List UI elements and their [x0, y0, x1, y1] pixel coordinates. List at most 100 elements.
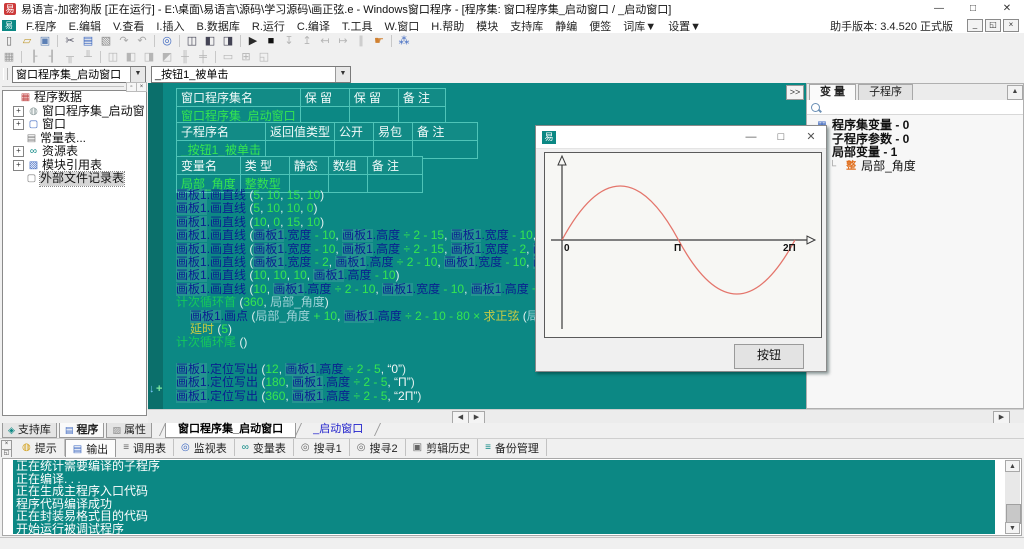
tree-item-常量表...[interactable]: ▤常量表... — [9, 132, 146, 146]
tree-root[interactable]: ▦程序数据 — [3, 91, 146, 105]
tab-子程序[interactable]: 子程序 — [858, 84, 913, 100]
minimize-icon[interactable]: — — [922, 0, 956, 18]
new-file-icon[interactable]: ▯ — [1, 34, 17, 48]
center-v-icon[interactable]: ◧ — [123, 50, 139, 64]
run-to-cursor-icon[interactable]: ↦ — [335, 34, 351, 48]
tab-变 量[interactable]: 变 量 — [809, 84, 856, 100]
output-tab-调用表[interactable]: ≡调用表 — [116, 439, 174, 456]
size-width-icon[interactable]: ▭ — [220, 50, 236, 64]
stop-icon[interactable]: ■ — [263, 34, 279, 48]
output-tab-备份管理[interactable]: ≡备份管理 — [478, 439, 547, 456]
variable-tree-item[interactable]: ▥子程序参数 - 0 — [807, 133, 1023, 147]
output-tab-监视表[interactable]: ◎监视表 — [174, 439, 235, 456]
step-out-icon[interactable]: ↥ — [299, 34, 315, 48]
expand-icon[interactable]: + — [13, 106, 24, 117]
align-left-icon[interactable]: ┠ — [26, 50, 42, 64]
space-v-icon[interactable]: ╪ — [195, 50, 211, 64]
align-top-icon[interactable]: ╥ — [62, 50, 78, 64]
menu-词库▼[interactable]: 词库▼ — [617, 18, 662, 34]
document-tab-窗口程序集_启动窗口[interactable]: 窗口程序集_启动窗口 — [165, 423, 296, 438]
output-tab-剪辑历史[interactable]: ▣剪辑历史 — [406, 439, 478, 456]
step-into-icon[interactable]: ↧ — [281, 34, 297, 48]
output-vscrollbar[interactable]: ▲ ▼ — [1005, 460, 1020, 534]
program-data-tree[interactable]: ▦程序数据+◍窗口程序集_启动窗口+▢窗口▤常量表...+∞资源表+▧模块引用表… — [2, 90, 147, 416]
scroll-down-icon[interactable]: ▼ — [1005, 522, 1020, 534]
menu-R.运行[interactable]: R.运行 — [246, 18, 291, 34]
open-file-icon[interactable]: ▱ — [19, 34, 35, 48]
popup-minimize-icon[interactable]: — — [736, 126, 766, 148]
menu-便签[interactable]: 便签 — [583, 18, 617, 34]
size-grid-icon[interactable]: ⊞ — [238, 50, 254, 64]
scroll-up-icon[interactable]: ▲ — [1007, 85, 1023, 100]
variables-tree[interactable]: ▦程序集变量 - 0▥子程序参数 - 0▣局部变量 - 1└整局部_角度 — [807, 115, 1023, 173]
variable-tree-item[interactable]: └整局部_角度 — [807, 160, 1023, 174]
variable-tree-item[interactable]: ▣局部变量 - 1 — [807, 146, 1023, 160]
scroll-up-icon[interactable]: ▲ — [1005, 460, 1020, 472]
menu-T.工具[interactable]: T.工具 — [336, 18, 379, 34]
document-tab-_启动窗口[interactable]: _启动窗口 — [301, 423, 375, 437]
running-program-window[interactable]: 易 —□✕ 0Π2Π 按钮 — [535, 125, 827, 372]
scrollbar-thumb[interactable] — [1006, 504, 1021, 524]
cut-icon[interactable]: ✂ — [62, 34, 78, 48]
same-height-icon[interactable]: ◩ — [159, 50, 175, 64]
layout-code-icon[interactable]: ◫ — [184, 34, 200, 48]
menu-设置▼[interactable]: 设置▼ — [662, 18, 707, 34]
output-tab-输出[interactable]: ▤输出 — [65, 439, 116, 458]
tree-item-资源表[interactable]: +∞资源表 — [9, 145, 146, 159]
output-tab-变量表[interactable]: ∞变量表 — [235, 439, 294, 456]
chevron-down-icon[interactable]: ▼ — [335, 67, 350, 82]
maximize-icon[interactable]: □ — [956, 0, 990, 18]
size-both-icon[interactable]: ◱ — [256, 50, 272, 64]
layout-full-icon[interactable]: ◨ — [220, 34, 236, 48]
tab-程序[interactable]: ▤程序 — [59, 423, 105, 438]
popup-close-icon[interactable]: ✕ — [796, 126, 826, 148]
editor-hscrollbar[interactable]: ◀ ▶ ▶ — [148, 409, 1024, 424]
expand-icon[interactable]: + — [13, 160, 24, 171]
tree-item-外部文件记录表[interactable]: ▢外部文件记录表 — [9, 172, 146, 186]
draw-button[interactable]: 按钮 — [734, 344, 804, 369]
align-right-icon[interactable]: ┨ — [44, 50, 60, 64]
undo-icon[interactable]: ↶ — [134, 34, 150, 48]
space-h-icon[interactable]: ╫ — [177, 50, 193, 64]
output-tab-提示[interactable]: ◍提示 — [15, 439, 65, 456]
tree-item-窗口[interactable]: +▢窗口 — [9, 118, 146, 132]
pause-icon[interactable]: ∥ — [353, 34, 369, 48]
paste-icon[interactable]: ▧ — [98, 34, 114, 48]
tree-item-窗口程序集_启动窗口[interactable]: +◍窗口程序集_启动窗口 — [9, 105, 146, 119]
collapse-right-panel-button[interactable]: >> — [786, 85, 804, 100]
menu-V.查看[interactable]: V.查看 — [107, 18, 150, 34]
expand-icon[interactable]: + — [13, 146, 24, 157]
variable-tree-item[interactable]: ▦程序集变量 - 0 — [807, 119, 1023, 133]
tree-item-模块引用表[interactable]: +▧模块引用表 — [9, 159, 146, 173]
menu-H.帮助[interactable]: H.帮助 — [425, 18, 470, 34]
menu-I.插入[interactable]: I.插入 — [150, 18, 190, 34]
menu-E.编辑[interactable]: E.编辑 — [63, 18, 107, 34]
output-tab-搜寻2[interactable]: ◎搜寻2 — [350, 439, 406, 456]
menu-模块[interactable]: 模块 — [470, 18, 504, 34]
step-over-icon[interactable]: ↤ — [317, 34, 333, 48]
tab-属性[interactable]: ▨属性 — [106, 423, 152, 438]
variable-search-input[interactable] — [807, 100, 1023, 115]
run-icon[interactable]: ▶ — [245, 34, 261, 48]
form-designer-icon[interactable]: ▦ — [1, 50, 17, 64]
center-h-icon[interactable]: ◫ — [105, 50, 121, 64]
tab-支持库[interactable]: ◈支持库 — [2, 423, 57, 438]
copy-icon[interactable]: ▤ — [80, 34, 96, 48]
mdi-minimize-icon[interactable]: _ — [967, 19, 983, 32]
menu-C.编译[interactable]: C.编译 — [291, 18, 336, 34]
chevron-down-icon[interactable]: ▼ — [130, 67, 145, 82]
output-tab-搜寻1[interactable]: ◎搜寻1 — [294, 439, 350, 456]
close-icon[interactable]: ✕ — [990, 0, 1024, 18]
compile-wizard-icon[interactable]: ⁂ — [396, 34, 412, 48]
popup-maximize-icon[interactable]: □ — [766, 126, 796, 148]
align-bottom-icon[interactable]: ╨ — [80, 50, 96, 64]
mdi-close-icon[interactable]: × — [1003, 19, 1019, 32]
mdi-restore-icon[interactable]: ◱ — [985, 19, 1001, 32]
menu-静编[interactable]: 静编 — [549, 18, 583, 34]
menu-W.窗口[interactable]: W.窗口 — [378, 18, 425, 34]
panel-close-icon[interactable]: × — [136, 82, 147, 92]
event-combobox[interactable]: _按钮1_被单击 ▼ — [151, 66, 351, 83]
find-icon[interactable]: ◎ — [159, 34, 175, 48]
menu-B.数据库[interactable]: B.数据库 — [190, 18, 245, 34]
layout-split-icon[interactable]: ◧ — [202, 34, 218, 48]
